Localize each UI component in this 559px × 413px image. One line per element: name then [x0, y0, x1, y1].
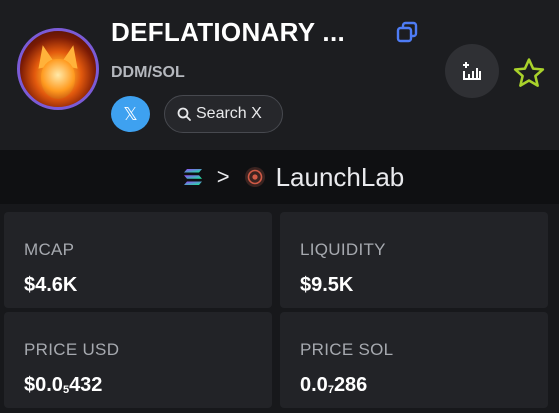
stat-card-price-usd: PRICE USD $0.05432 [4, 312, 272, 408]
stat-value: 0.07286 [300, 374, 367, 397]
solana-icon [183, 169, 202, 185]
stat-value: $4.6K [24, 274, 78, 296]
x-logo-icon: 𝕏 [123, 103, 138, 125]
stat-label: MCAP [24, 240, 75, 259]
x-link-button[interactable]: 𝕏 [111, 96, 150, 132]
copy-icon[interactable] [396, 21, 418, 43]
stat-value: $0.05432 [24, 374, 102, 397]
stat-card-liquidity: LIQUIDITY $9.5K [280, 212, 548, 308]
price-digits: 432 [69, 374, 103, 396]
search-icon [177, 107, 191, 121]
price-prefix: $0.0 [24, 374, 63, 396]
token-pair: DDM/SOL [111, 64, 185, 81]
stat-card-mcap: MCAP $4.6K [4, 212, 272, 308]
launchlab-icon [244, 167, 265, 187]
stat-card-price-sol: PRICE SOL 0.07286 [280, 312, 548, 408]
stat-value: $9.5K [300, 274, 354, 296]
launchlab-label: LaunchLab [275, 161, 405, 192]
stats-panel: MCAP $4.6K LIQUIDITY $9.5K PRICE USD $0.… [0, 204, 559, 413]
search-x-label: Search X [196, 105, 262, 122]
price-prefix: 0.0 [300, 374, 328, 396]
chevron-right-icon: > [216, 164, 230, 189]
price-digits: 286 [333, 374, 368, 396]
token-name: DEFLATIONARY ... [111, 17, 345, 47]
stat-label: PRICE USD [24, 340, 120, 359]
add-chart-button[interactable] [445, 44, 499, 98]
token-avatar [17, 28, 99, 110]
search-x-button[interactable]: Search X [164, 95, 283, 133]
star-icon[interactable] [512, 56, 546, 90]
add-chart-icon [463, 62, 481, 80]
token-header: DEFLATIONARY ... DDM/SOL 𝕏 Search X [0, 0, 559, 150]
launchpad-bar: > LaunchLab [0, 150, 559, 204]
stat-label: PRICE SOL [300, 340, 394, 359]
avatar-face [41, 59, 75, 99]
stat-label: LIQUIDITY [300, 240, 386, 259]
